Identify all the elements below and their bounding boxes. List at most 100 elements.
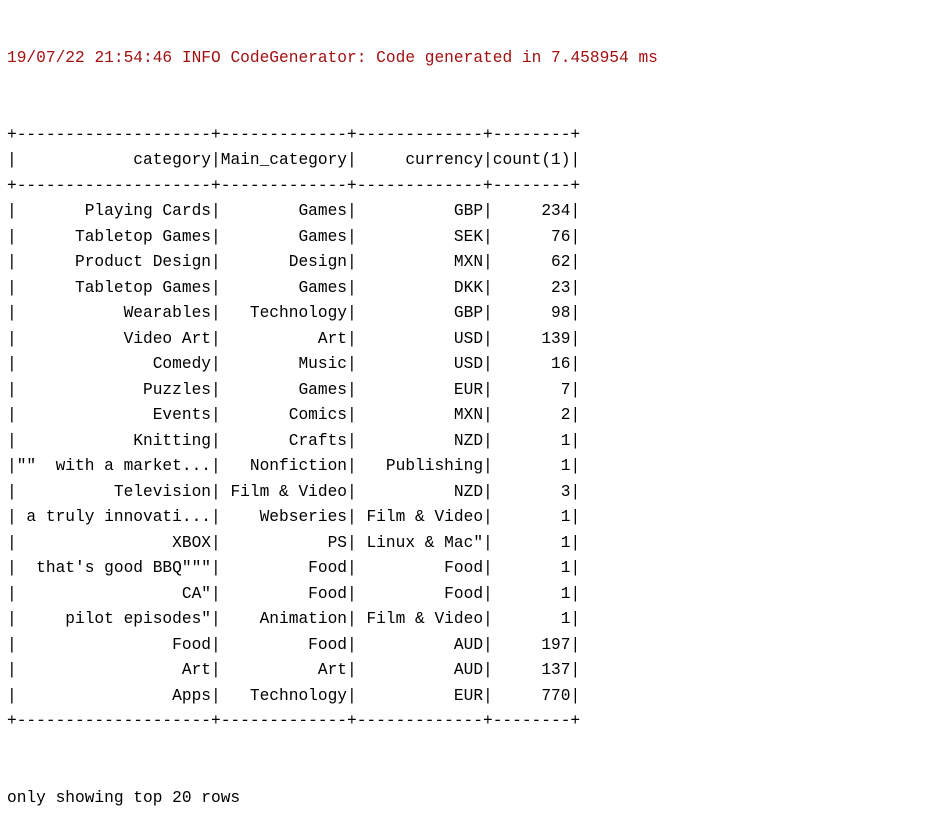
table-cell: Linux & Mac" xyxy=(356,533,484,552)
log-time: 21:54:46 xyxy=(94,49,173,67)
footer-note: only showing top 20 rows xyxy=(7,788,241,807)
table-cell: EUR xyxy=(356,686,484,705)
table-cell: 23 xyxy=(492,278,571,297)
table-cell: Games xyxy=(220,278,348,297)
table-cell: AUD xyxy=(356,661,484,679)
table-cell: Art xyxy=(220,661,348,679)
table-cell: Knitting xyxy=(16,431,212,450)
table-row: | Art| Art| AUD| 137| xyxy=(7,661,581,679)
table-cell: 1 xyxy=(492,559,571,577)
log-source: CodeGenerator: xyxy=(230,49,367,67)
table-cell: NZD xyxy=(356,431,484,450)
table-cell: Art xyxy=(220,329,348,348)
results-table: +--------------------+-------------+----… xyxy=(7,123,658,735)
table-cell: Webseries xyxy=(220,508,348,526)
table-cell: Comics xyxy=(220,406,348,424)
table-cell: 16 xyxy=(492,355,571,373)
table-cell: 2 xyxy=(492,406,571,424)
table-cell: Product Design xyxy=(16,253,212,271)
table-row: | Events| Comics| MXN| 2| xyxy=(7,406,581,424)
table-row: | Apps| Technology| EUR| 770| xyxy=(7,686,581,705)
table-row: | Playing Cards| Games| GBP| 234| xyxy=(7,202,581,220)
table-cell: Nonfiction xyxy=(220,457,348,475)
table-cell: Film & Video xyxy=(220,482,348,501)
table-cell: Animation xyxy=(220,610,348,628)
table-cell: USD xyxy=(356,329,484,348)
table-cell: Food xyxy=(356,584,484,603)
table-cell: Games xyxy=(220,202,348,220)
table-cell: Music xyxy=(220,355,348,373)
table-row: | Wearables| Technology| GBP| 98| xyxy=(7,304,581,322)
table-header-row: | category|Main_category| currency|count… xyxy=(7,151,581,169)
table-cell: Design xyxy=(220,253,348,271)
table-cell: DKK xyxy=(356,278,484,297)
table-cell: "" with a market... xyxy=(16,457,212,475)
table-cell: Food xyxy=(220,635,348,654)
table-cell: Video Art xyxy=(16,329,212,348)
table-cell: PS xyxy=(220,533,348,552)
table-cell: GBP xyxy=(356,202,484,220)
table-cell: 770 xyxy=(492,686,571,705)
table-separator: +--------------------+-------------+----… xyxy=(7,712,581,730)
log-message: Code generated in 7.458954 ms xyxy=(376,49,658,67)
table-cell: 1 xyxy=(492,610,571,628)
table-row: | Product Design| Design| MXN| 62| xyxy=(7,253,581,271)
table-cell: Apps xyxy=(16,686,212,705)
table-row: | Video Art| Art| USD| 139| xyxy=(7,329,581,348)
table-cell: Comedy xyxy=(16,355,212,373)
table-cell: Crafts xyxy=(220,431,348,450)
table-cell: 62 xyxy=(492,253,571,271)
log-date: 19/07/22 xyxy=(7,49,85,67)
table-row: |"" with a market...| Nonfiction| Publis… xyxy=(7,457,581,475)
table-cell: 76 xyxy=(492,227,571,246)
table-cell: 1 xyxy=(492,584,571,603)
table-row: | Tabletop Games| Games| DKK| 23| xyxy=(7,278,581,297)
table-cell: Publishing xyxy=(356,457,484,475)
log-line: 19/07/22 21:54:46 INFO CodeGenerator: Co… xyxy=(7,46,658,72)
table-cell: Food xyxy=(220,584,348,603)
table-cell: Food xyxy=(220,559,348,577)
table-row: | Knitting| Crafts| NZD| 1| xyxy=(7,431,581,450)
table-row: | CA"| Food| Food| 1| xyxy=(7,584,581,603)
table-cell: Art xyxy=(16,661,212,679)
table-cell: SEK xyxy=(356,227,484,246)
table-cell: Events xyxy=(16,406,212,424)
table-cell: Film & Video xyxy=(356,610,484,628)
column-header: category xyxy=(16,151,212,169)
table-cell: Food xyxy=(16,635,212,654)
table-cell: 7 xyxy=(492,380,571,399)
table-cell: MXN xyxy=(356,253,484,271)
column-header: count(1) xyxy=(492,151,571,169)
table-cell: 98 xyxy=(492,304,571,322)
column-header: Main_category xyxy=(220,151,348,169)
table-cell: Technology xyxy=(220,304,348,322)
table-cell: Technology xyxy=(220,686,348,705)
table-cell: a truly innovati... xyxy=(16,508,212,526)
table-cell: EUR xyxy=(356,380,484,399)
table-cell: USD xyxy=(356,355,484,373)
table-cell: Games xyxy=(220,380,348,399)
table-row: | a truly innovati...| Webseries| Film &… xyxy=(7,508,581,526)
table-cell: AUD xyxy=(356,635,484,654)
table-row: | XBOX| PS| Linux & Mac"| 1| xyxy=(7,533,581,552)
table-cell: 3 xyxy=(492,482,571,501)
table-cell: Tabletop Games xyxy=(16,278,212,297)
table-cell: Wearables xyxy=(16,304,212,322)
table-cell: Television xyxy=(16,482,212,501)
table-cell: that's good BBQ""" xyxy=(16,559,212,577)
table-cell: 137 xyxy=(492,661,571,679)
table-cell: 197 xyxy=(492,635,571,654)
table-cell: XBOX xyxy=(16,533,212,552)
column-header: currency xyxy=(356,151,484,169)
table-cell: Playing Cards xyxy=(16,202,212,220)
table-cell: GBP xyxy=(356,304,484,322)
table-cell: 234 xyxy=(492,202,571,220)
table-cell: MXN xyxy=(356,406,484,424)
table-row: | pilot episodes"| Animation| Film & Vid… xyxy=(7,610,581,628)
table-separator: +--------------------+-------------+----… xyxy=(7,125,581,144)
table-cell: 139 xyxy=(492,329,571,348)
table-cell: Food xyxy=(356,559,484,577)
table-cell: CA" xyxy=(16,584,212,603)
table-separator: +--------------------+-------------+----… xyxy=(7,176,581,195)
table-cell: NZD xyxy=(356,482,484,501)
